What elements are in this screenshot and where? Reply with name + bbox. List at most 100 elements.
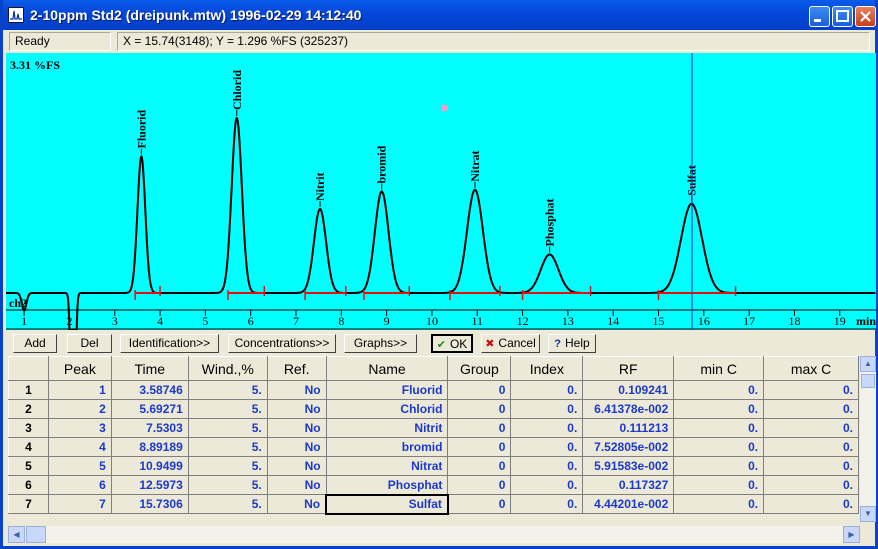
cell-time[interactable]: 10.9499 (110, 456, 189, 476)
cell-name[interactable]: Phosphat (325, 475, 449, 495)
row-number[interactable]: 2 (8, 399, 49, 419)
table-row[interactable]: 3 3 7.5303 5. No Nitrit 0 0. 0.111213 0. 0. (8, 418, 859, 438)
table-row[interactable]: 2 2 5.69271 5. No Chlorid 0 0. 6.41378e-002 0. 0. (8, 399, 859, 419)
cell-min-c[interactable]: 0. (673, 399, 765, 419)
cell-ref[interactable]: No (266, 437, 327, 457)
cell-peak[interactable]: 5 (47, 456, 112, 476)
vertical-scroll-thumb[interactable] (861, 374, 875, 388)
cell-window[interactable]: 5. (187, 475, 268, 495)
row-number[interactable]: 4 (8, 437, 49, 457)
cell-min-c[interactable]: 0. (673, 418, 765, 438)
ok-button[interactable]: ✔ OK (431, 334, 473, 353)
cell-group[interactable]: 0 (447, 475, 512, 495)
cell-min-c[interactable]: 0. (673, 380, 765, 400)
cell-window[interactable]: 5. (187, 456, 268, 476)
scroll-left-icon[interactable]: ◀ (8, 526, 25, 543)
scroll-down-icon[interactable]: ▼ (860, 506, 876, 522)
identification-button[interactable]: Identification>> (120, 334, 219, 353)
vertical-scrollbar[interactable]: ▲ ▼ (860, 356, 876, 522)
scroll-right-icon[interactable]: ▶ (843, 526, 860, 543)
cell-index[interactable]: 0. (510, 494, 584, 514)
cell-min-c[interactable]: 0. (673, 437, 765, 457)
cell-index[interactable]: 0. (510, 475, 584, 495)
cell-ref[interactable]: No (266, 494, 327, 514)
header-rf[interactable]: RF (582, 356, 675, 381)
cell-index[interactable]: 0. (510, 437, 584, 457)
table-row[interactable]: 4 4 8.89189 5. No bromid 0 0. 7.52805e-002 0. 0. (8, 437, 859, 457)
cell-max-c[interactable]: 0. (763, 380, 859, 400)
cell-time[interactable]: 12.5973 (110, 475, 189, 495)
cell-group[interactable]: 0 (447, 418, 512, 438)
maximize-button[interactable] (832, 6, 853, 27)
table-row[interactable]: 6 6 12.5973 5. No Phosphat 0 0. 0.117327 0. 0. (8, 475, 859, 495)
header-window[interactable]: Wind.,% (187, 356, 268, 381)
cell-peak[interactable]: 3 (47, 418, 112, 438)
cell-window[interactable]: 5. (187, 494, 268, 514)
cell-window[interactable]: 5. (187, 437, 268, 457)
cell-index[interactable]: 0. (510, 418, 584, 438)
title-bar[interactable]: 2-10ppm Std2 (dreipunk.mtw) 1996-02-29 1… (3, 0, 876, 30)
header-name[interactable]: Name (325, 356, 449, 381)
horizontal-scroll-thumb[interactable] (26, 526, 46, 543)
cell-min-c[interactable]: 0. (673, 494, 765, 514)
cell-rf[interactable]: 0.117327 (582, 475, 675, 495)
minimize-button[interactable] (809, 6, 830, 27)
chromatogram-plot[interactable]: Fluorid Chlorid Nitrit bromid Nitrat Phosphat… (6, 53, 876, 330)
cell-min-c[interactable]: 0. (673, 456, 765, 476)
cell-rf[interactable]: 5.91583e-002 (582, 456, 675, 476)
cell-name[interactable]: Nitrit (325, 418, 449, 438)
cell-peak[interactable]: 6 (47, 475, 112, 495)
cell-peak[interactable]: 4 (47, 437, 112, 457)
header-corner[interactable] (8, 356, 49, 381)
table-row[interactable]: 5 5 10.9499 5. No Nitrat 0 0. 5.91583e-002 0. 0. (8, 456, 859, 476)
scroll-up-icon[interactable]: ▲ (860, 356, 876, 372)
cell-group[interactable]: 0 (447, 437, 512, 457)
cell-group[interactable]: 0 (447, 380, 512, 400)
peak-table[interactable]: Peak Time Wind.,% Ref. Name Group Index … (8, 356, 859, 522)
header-peak[interactable]: Peak (47, 356, 112, 381)
cell-name[interactable]: Sulfat (325, 493, 449, 515)
graphs-button[interactable]: Graphs>> (344, 334, 417, 353)
cell-max-c[interactable]: 0. (763, 399, 859, 419)
cell-rf[interactable]: 6.41378e-002 (582, 399, 675, 419)
header-index[interactable]: Index (510, 356, 584, 381)
cell-time[interactable]: 15.7306 (110, 494, 189, 514)
cell-name[interactable]: Nitrat (325, 456, 449, 476)
cell-ref[interactable]: No (266, 380, 327, 400)
cell-window[interactable]: 5. (187, 418, 268, 438)
header-ref[interactable]: Ref. (266, 356, 327, 381)
table-row[interactable]: 1 1 3.58746 5. No Fluorid 0 0. 0.109241 0. 0. (8, 380, 859, 400)
cell-index[interactable]: 0. (510, 399, 584, 419)
cell-name[interactable]: Fluorid (325, 380, 449, 400)
cell-window[interactable]: 5. (187, 380, 268, 400)
cell-ref[interactable]: No (266, 418, 327, 438)
row-number[interactable]: 1 (8, 380, 49, 400)
cell-group[interactable]: 0 (447, 399, 512, 419)
cell-max-c[interactable]: 0. (763, 475, 859, 495)
header-time[interactable]: Time (110, 356, 189, 381)
cell-time[interactable]: 7.5303 (110, 418, 189, 438)
cell-ref[interactable]: No (266, 456, 327, 476)
cell-max-c[interactable]: 0. (763, 456, 859, 476)
horizontal-scrollbar[interactable]: ◀ ▶ (8, 526, 860, 543)
cell-peak[interactable]: 2 (47, 399, 112, 419)
cell-max-c[interactable]: 0. (763, 494, 859, 514)
cell-index[interactable]: 0. (510, 380, 584, 400)
row-number[interactable]: 6 (8, 475, 49, 495)
cell-time[interactable]: 5.69271 (110, 399, 189, 419)
cell-rf[interactable]: 0.109241 (582, 380, 675, 400)
header-group[interactable]: Group (447, 356, 512, 381)
cell-max-c[interactable]: 0. (763, 437, 859, 457)
cell-name[interactable]: Chlorid (325, 399, 449, 419)
row-number[interactable]: 7 (8, 494, 49, 514)
cell-time[interactable]: 3.58746 (110, 380, 189, 400)
table-row[interactable]: 7 7 15.7306 5. No Sulfat 0 0. 4.44201e-002 0. 0. (8, 493, 859, 515)
cell-peak[interactable]: 7 (47, 494, 112, 514)
row-number[interactable]: 5 (8, 456, 49, 476)
del-button[interactable]: Del (67, 334, 112, 353)
cell-time[interactable]: 8.89189 (110, 437, 189, 457)
cell-ref[interactable]: No (266, 399, 327, 419)
add-button[interactable]: Add (13, 334, 57, 353)
cell-rf[interactable]: 4.44201e-002 (582, 494, 675, 514)
header-max-c[interactable]: max C (763, 356, 859, 381)
